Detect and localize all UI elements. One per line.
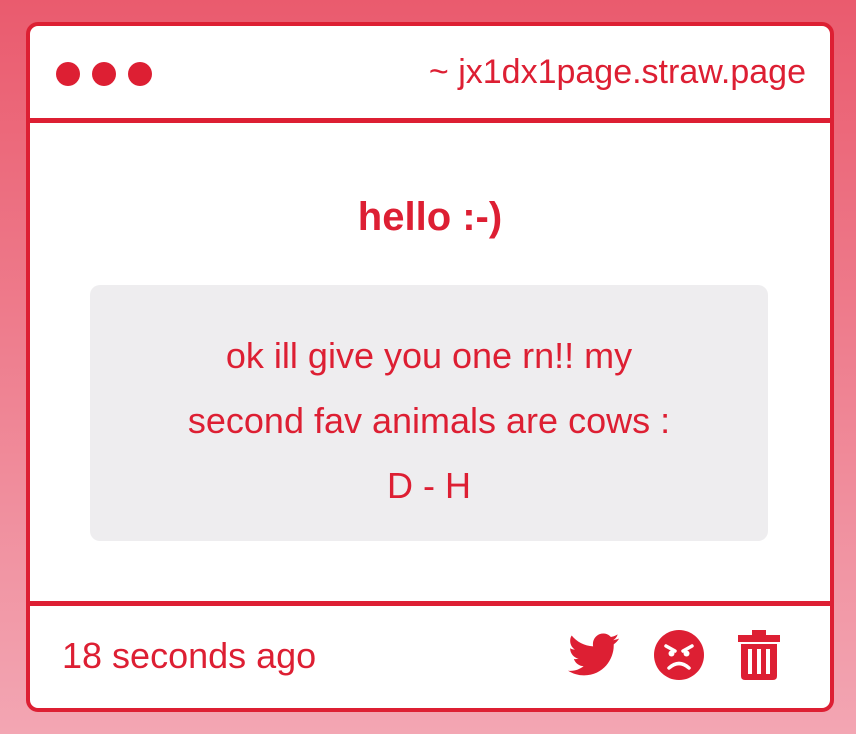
- post-actions: [568, 630, 780, 685]
- message-line-2: second fav animals are cows :: [187, 400, 671, 441]
- message-box: ok ill give you one rn!! my second fav a…: [90, 285, 768, 541]
- window-dot-2: [92, 62, 116, 86]
- window-titlebar: ~ jx1dx1page.straw.page: [30, 26, 830, 123]
- message-line-3: D - H: [387, 465, 471, 506]
- post-heading: hello :-): [357, 195, 503, 239]
- post-card: ~ jx1dx1page.straw.page hello :-) ok ill…: [26, 22, 834, 712]
- post-timestamp: 18 seconds ago: [62, 635, 317, 676]
- twitter-icon[interactable]: [568, 633, 620, 682]
- angry-face-icon[interactable]: [654, 630, 704, 685]
- trash-icon[interactable]: [738, 630, 780, 685]
- message-line-1: ok ill give you one rn!! my: [225, 335, 633, 376]
- window-controls: [56, 62, 152, 86]
- window-dot-3: [128, 62, 152, 86]
- window-dot-1: [56, 62, 80, 86]
- page-url[interactable]: ~ jx1dx1page.straw.page: [429, 52, 806, 92]
- post-body: hello :-) ok ill give you one rn!! my se…: [30, 123, 830, 601]
- post-footer: 18 seconds ago: [30, 601, 830, 708]
